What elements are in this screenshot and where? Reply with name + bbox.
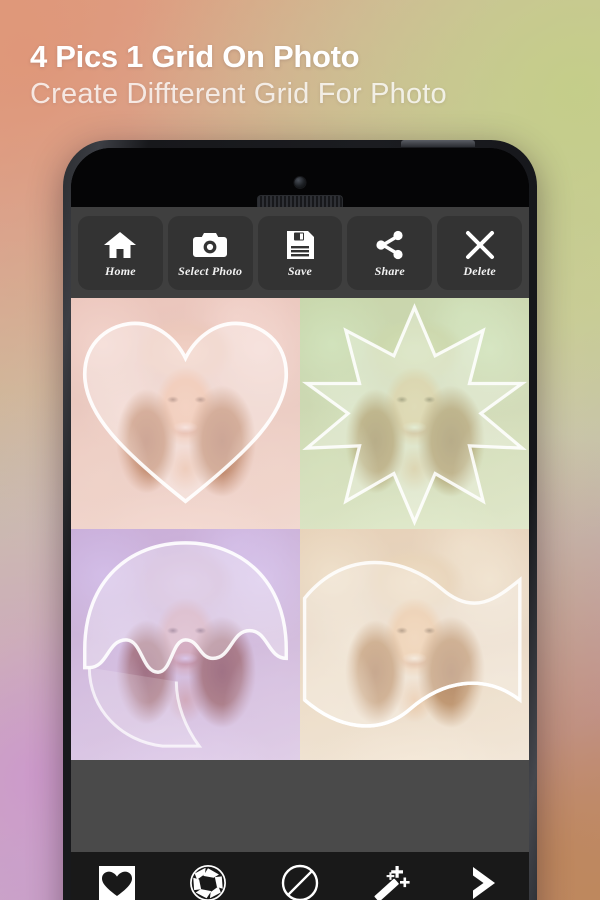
bottom-toolbar: Change Shape [71,852,529,900]
delete-button[interactable]: Delete [437,216,522,290]
save-button[interactable]: Save [257,216,343,290]
power-button [401,140,475,147]
delete-button-label: Delete [463,264,496,278]
home-button-label: Home [105,264,136,278]
share-button-label: Share [374,264,405,278]
promo-headline: 4 Pics 1 Grid On Photo Create Diffterent… [30,39,570,111]
camera-icon [192,227,228,263]
change-color-button[interactable]: Change Color [163,862,255,900]
no-color-slash-icon [280,862,320,900]
select-photo-button-label: Select Photo [178,264,243,278]
home-icon [103,227,137,263]
save-button-label: Save [287,264,313,278]
change-shape-button[interactable]: Change Shape [71,862,163,900]
home-button[interactable]: Home [78,216,163,290]
phone-top-bezel [71,148,529,208]
front-camera-icon [294,177,306,188]
phone-mockup: Home Select Photo Save Share Delete [63,140,537,900]
grid-cell-top-left[interactable] [71,298,300,529]
effect-button[interactable]: Effect [346,862,438,900]
screen-spacer [71,760,529,852]
phone-screen-frame: Home Select Photo Save Share Delete [71,148,529,900]
shape-overlay-scallop [71,529,300,760]
share-nodes-icon [374,227,406,263]
share-button[interactable]: Share [347,216,433,290]
grid-cell-bottom-right[interactable] [300,529,529,760]
page-title: 4 Pics 1 Grid On Photo [30,39,360,74]
chevron-right-icon [464,862,502,900]
grid-cell-top-right[interactable] [300,298,529,529]
next-button[interactable] [437,862,529,900]
app-screen: Home Select Photo Save Share Delete [71,207,529,900]
select-photo-button[interactable]: Select Photo [167,216,253,290]
heart-shape-icon [97,862,137,900]
shape-overlay-heart [71,298,300,529]
magic-wand-icon [372,862,412,900]
promo-screenshot: 4 Pics 1 Grid On Photo Create Diffterent… [0,0,600,900]
photo-grid [71,298,529,760]
top-toolbar: Home Select Photo Save Share Delete [71,207,529,298]
floppy-disk-icon [285,227,315,263]
close-x-icon [464,227,496,263]
shape-overlay-wave [300,529,529,760]
no-color-button[interactable]: No Color [254,862,346,900]
page-subtitle: Create Diffterent Grid For Photo [30,78,447,111]
grid-cell-bottom-left[interactable] [71,529,300,760]
shape-overlay-starburst [300,298,529,529]
aperture-icon [189,862,227,900]
